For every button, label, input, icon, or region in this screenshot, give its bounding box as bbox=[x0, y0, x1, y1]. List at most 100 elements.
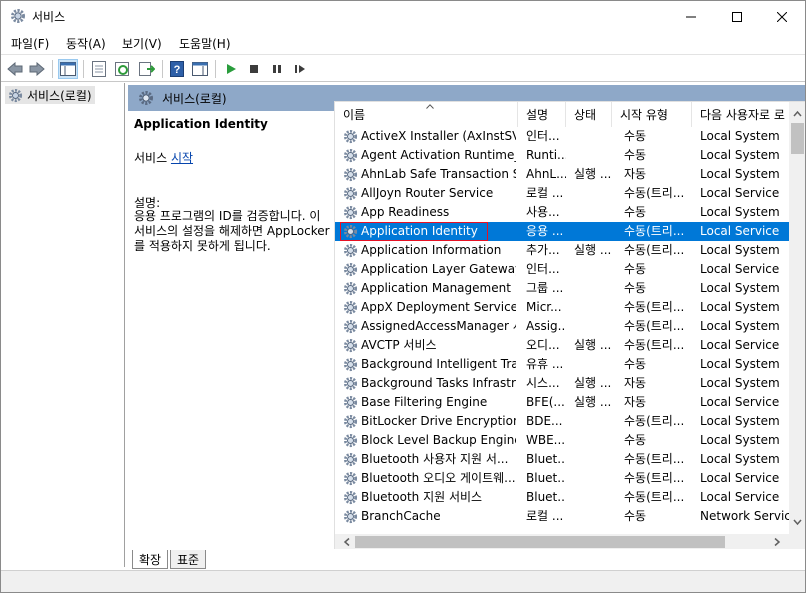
scroll-right-icon[interactable] bbox=[769, 534, 785, 549]
column-status-label: 상태 bbox=[574, 108, 597, 122]
gear-icon bbox=[343, 414, 358, 429]
cell-logon: Local System bbox=[700, 433, 780, 447]
restart-service-button[interactable] bbox=[290, 59, 310, 79]
cell-logon: Local Service bbox=[700, 224, 780, 238]
column-status[interactable]: 상태 bbox=[566, 102, 612, 127]
close-button[interactable] bbox=[759, 1, 805, 32]
column-header: 이름 설명 상태 시작 유형 다음 사용자로 로 bbox=[335, 102, 789, 127]
menu-action[interactable]: 동작(A) bbox=[66, 35, 106, 52]
menu-file[interactable]: 파일(F) bbox=[11, 35, 49, 52]
cell-description: 시스... bbox=[526, 376, 560, 390]
export-list-button[interactable] bbox=[137, 59, 157, 79]
cell-logon: Local System bbox=[700, 376, 780, 390]
menu-view[interactable]: 보기(V) bbox=[122, 35, 162, 52]
start-service-button[interactable] bbox=[221, 59, 241, 79]
cell-name: AVCTP 서비스 bbox=[361, 338, 437, 352]
cell-description: 추가... bbox=[526, 243, 560, 257]
maximize-button[interactable] bbox=[714, 1, 760, 32]
cell-status: 실행 ... bbox=[574, 243, 612, 257]
tree-item-services-local[interactable]: 서비스(로컬) bbox=[5, 86, 95, 104]
tree-item-label: 서비스(로컬) bbox=[27, 88, 92, 103]
table-row[interactable]: AllJoyn Router Service 로컬 ... 수동(트리... Loca… bbox=[335, 184, 789, 203]
cell-description: 오디... bbox=[526, 338, 560, 352]
table-row[interactable]: AssignedAccessManager 서... Assig... 수동(트리.… bbox=[335, 317, 789, 336]
cell-name: Application Layer Gateway ... bbox=[361, 262, 516, 276]
cell-logon: Local System bbox=[700, 452, 780, 466]
cell-logon: Local System bbox=[700, 357, 780, 371]
column-startup-type[interactable]: 시작 유형 bbox=[612, 102, 692, 127]
table-row[interactable]: Block Level Backup Engine ... WBE... 수동 Loc… bbox=[335, 431, 789, 450]
table-row[interactable]: Background Intelligent Tra... 유휴 ... 수동 Loc… bbox=[335, 355, 789, 374]
table-row[interactable]: Application Layer Gateway ... 인터... 수동 Loca… bbox=[335, 260, 789, 279]
cell-status bbox=[574, 203, 612, 222]
cell-status bbox=[574, 469, 612, 488]
vertical-scrollbar[interactable] bbox=[789, 102, 805, 534]
gear-icon bbox=[343, 433, 358, 448]
cell-description: 사용... bbox=[526, 205, 560, 219]
cell-startup: 수동 bbox=[624, 129, 647, 143]
horizontal-scroll-thumb[interactable] bbox=[355, 536, 725, 548]
gear-icon bbox=[343, 186, 358, 201]
table-row[interactable]: AppX Deployment Service ... Micr... 수동(트리.… bbox=[335, 298, 789, 317]
refresh-button[interactable] bbox=[113, 59, 133, 79]
toolbar: ? bbox=[1, 54, 805, 82]
tab-extended[interactable]: 확장 bbox=[132, 550, 169, 569]
scroll-down-icon[interactable] bbox=[789, 514, 805, 530]
table-row[interactable]: Base Filtering Engine BFE(... 실행 ... 자동 Loca… bbox=[335, 393, 789, 412]
vertical-scroll-thumb[interactable] bbox=[791, 123, 804, 154]
table-row[interactable]: Application Information 추가... 실행 ... 수동(트리.… bbox=[335, 241, 789, 260]
cell-startup: 자동 bbox=[624, 376, 647, 390]
back-button[interactable] bbox=[5, 59, 25, 79]
table-row[interactable]: Bluetooth 오디오 게이트웨... Bluet... 수동(트리... Loc… bbox=[335, 469, 789, 488]
cell-status bbox=[574, 146, 612, 165]
table-row[interactable]: Agent Activation Runtime_... Runti... 수동 Lo… bbox=[335, 146, 789, 165]
horizontal-scrollbar[interactable] bbox=[335, 534, 789, 549]
column-name-label: 이름 bbox=[343, 108, 366, 122]
column-logon-as[interactable]: 다음 사용자로 로 bbox=[692, 102, 789, 127]
cell-name: Base Filtering Engine bbox=[361, 395, 488, 409]
refresh-icon bbox=[115, 62, 129, 76]
table-row[interactable]: Bluetooth 사용자 지원 서... Bluet... 수동(트리... Loc… bbox=[335, 450, 789, 469]
cell-status bbox=[574, 298, 612, 317]
cell-status bbox=[574, 355, 612, 374]
cell-logon: Local System bbox=[700, 167, 780, 181]
cell-startup: 수동(트리... bbox=[624, 338, 685, 352]
table-row[interactable]: Background Tasks Infrastru... 시스... 실행 ...… bbox=[335, 374, 789, 393]
cell-description: Bluet... bbox=[526, 490, 566, 504]
help-icon: ? bbox=[170, 61, 184, 77]
scroll-left-icon[interactable] bbox=[339, 534, 355, 549]
tab-standard[interactable]: 표준 bbox=[170, 550, 207, 569]
table-row[interactable]: BitLocker Drive Encryption ... BDE... 수동(트… bbox=[335, 412, 789, 431]
gear-icon bbox=[11, 9, 25, 23]
cell-description: AhnL... bbox=[526, 167, 566, 181]
pause-service-button[interactable] bbox=[267, 59, 287, 79]
title-bar[interactable]: 서비스 bbox=[1, 1, 805, 32]
properties-button[interactable] bbox=[89, 59, 109, 79]
gear-icon bbox=[343, 205, 358, 220]
table-row[interactable]: BranchCache 로컬 ... 수동 Network Service bbox=[335, 507, 789, 526]
cell-description: BFE(... bbox=[526, 395, 565, 409]
table-row[interactable]: App Readiness 사용... 수동 Local System bbox=[335, 203, 789, 222]
menu-help[interactable]: 도움말(H) bbox=[179, 35, 231, 52]
description-text: 응용 프로그램의 ID를 검증합니다. 이 서비스의 설정을 해제하면 AppL… bbox=[134, 209, 330, 253]
column-description[interactable]: 설명 bbox=[518, 102, 566, 127]
action-pane-icon bbox=[192, 62, 208, 76]
start-service-link[interactable]: 시작 bbox=[171, 151, 193, 165]
scroll-up-icon[interactable] bbox=[789, 106, 805, 122]
table-row[interactable]: Application Management 그룹 ... 수동 Local Syst… bbox=[335, 279, 789, 298]
table-row[interactable]: AVCTP 서비스 오디... 실행 ... 수동(트리... Local Servic… bbox=[335, 336, 789, 355]
cell-status bbox=[574, 412, 612, 431]
minimize-button[interactable] bbox=[668, 1, 714, 32]
highlight-box bbox=[340, 222, 488, 241]
table-row[interactable]: AhnLab Safe Transaction S... AhnL... 실행 ..… bbox=[335, 165, 789, 184]
table-row[interactable]: Bluetooth 지원 서비스 Bluet... 수동(트리... Local Se… bbox=[335, 488, 789, 507]
stop-service-button[interactable] bbox=[244, 59, 264, 79]
gear-icon bbox=[343, 319, 358, 334]
help-button[interactable]: ? bbox=[167, 59, 187, 79]
table-row[interactable]: ActiveX Installer (AxInstSV) 인터... 수동 Local… bbox=[335, 127, 789, 146]
column-name[interactable]: 이름 bbox=[335, 102, 518, 127]
show-console-tree-button[interactable] bbox=[58, 59, 78, 79]
cell-status bbox=[574, 507, 612, 526]
forward-button[interactable] bbox=[27, 59, 47, 79]
action-pane-button[interactable] bbox=[190, 59, 210, 79]
